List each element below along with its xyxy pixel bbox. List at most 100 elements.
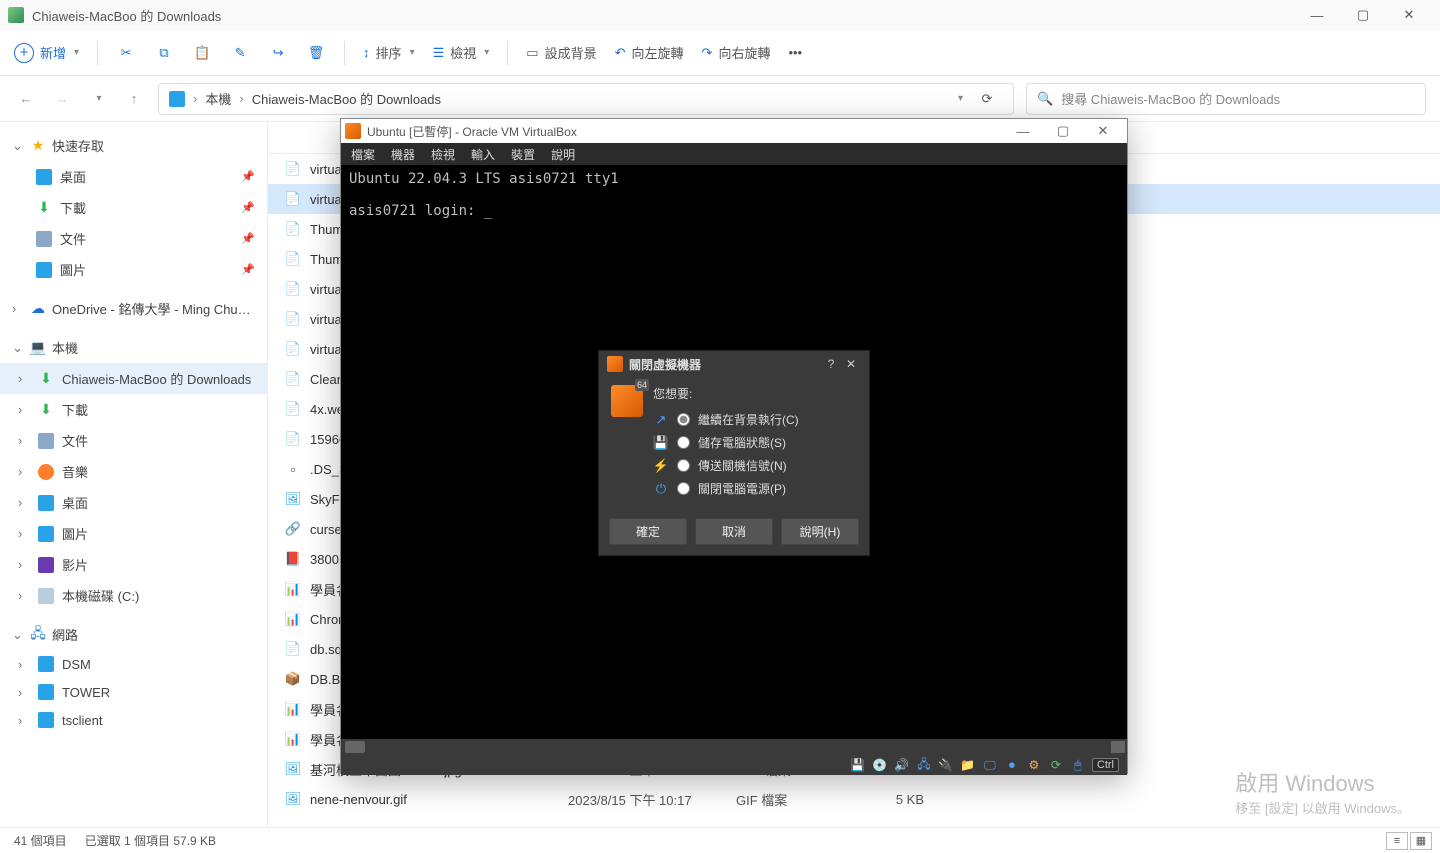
recording-icon[interactable]: ⏺ xyxy=(1004,757,1020,773)
back-button[interactable]: ← xyxy=(14,87,38,111)
cloud-icon: ☁ xyxy=(30,301,46,317)
pin-icon: 📌 xyxy=(241,170,255,183)
file-icon: 📄 xyxy=(284,400,302,418)
file-icon: 📄 xyxy=(284,190,302,208)
option-shutdown-signal[interactable]: ⚡傳送關機信號(N) xyxy=(653,454,857,477)
vbox-menu-machine[interactable]: 機器 xyxy=(391,146,415,163)
sidebar-item-downloads[interactable]: ⬇下載📌 xyxy=(0,192,267,223)
hdd-icon[interactable]: 💾 xyxy=(850,757,866,773)
thumbnails-view-button[interactable]: ▦ xyxy=(1410,832,1432,850)
pc-icon xyxy=(169,91,185,107)
help-button[interactable]: 說明(H) xyxy=(781,518,859,545)
sidebar-item-dsm[interactable]: ›DSM xyxy=(0,650,267,678)
file-icon: 📄 xyxy=(284,640,302,658)
vbox-maximize-button[interactable]: ▢ xyxy=(1043,119,1083,143)
save-icon: 💾 xyxy=(653,435,669,451)
jpg-icon: 🖼 xyxy=(284,760,302,778)
address-bar[interactable]: › 本機 › Chiaweis-MacBoo 的 Downloads ▾ ⟳ xyxy=(158,83,1014,115)
sidebar-item-pc-disk-c[interactable]: ›本機磁碟 (C:) xyxy=(0,580,267,611)
sidebar-item-pictures[interactable]: 圖片📌 xyxy=(0,254,267,285)
vbox-menu-file[interactable]: 檔案 xyxy=(351,146,375,163)
address-history-button[interactable]: ▾ xyxy=(958,93,963,104)
option-power-off[interactable]: ⏻關閉電腦電源(P) xyxy=(653,477,857,500)
vbox-menu-view[interactable]: 檢視 xyxy=(431,146,455,163)
sidebar-item-pc-desktop[interactable]: ›桌面 xyxy=(0,487,267,518)
vbox-status-bar: 💾 💿 🔊 🖧 🔌 📁 🖵 ⏺ ⚙ ⟳ 🖱 Ctrl xyxy=(341,755,1127,775)
display-icon[interactable]: 🖵 xyxy=(982,757,998,773)
pin-icon: 📌 xyxy=(241,232,255,245)
audio-icon[interactable]: 🔊 xyxy=(894,757,910,773)
set-background-button[interactable]: ▭設成背景 xyxy=(526,43,596,62)
file-name: nene-nenvour.gif xyxy=(310,792,560,807)
virtualbox-icon xyxy=(345,123,361,139)
dialog-close-button[interactable]: ✕ xyxy=(841,357,861,371)
sidebar-item-pc-pictures[interactable]: ›圖片 xyxy=(0,518,267,549)
xls-icon: 📊 xyxy=(284,700,302,718)
option-signal-radio[interactable] xyxy=(677,459,690,472)
refresh-button[interactable]: ⟳ xyxy=(971,91,1003,107)
view-button[interactable]: ☰檢視▾ xyxy=(433,43,490,62)
vbox-title: Ubuntu [已暫停] - Oracle VM VirtualBox xyxy=(367,123,1003,140)
dialog-help-button[interactable]: ? xyxy=(821,357,841,371)
option-detach[interactable]: ↗繼續在背景執行(C) xyxy=(653,408,857,431)
sort-button[interactable]: ↕排序▾ xyxy=(363,43,415,62)
sidebar-item-documents[interactable]: 文件📌 xyxy=(0,223,267,254)
new-button[interactable]: + 新增 ▾ xyxy=(14,43,79,63)
detach-icon: ↗ xyxy=(653,412,669,428)
file-size: 5 KB xyxy=(844,792,924,807)
forward-button[interactable]: → xyxy=(50,87,74,111)
sidebar-item-pc-documents[interactable]: ›文件 xyxy=(0,425,267,456)
vbox-scrollbar[interactable] xyxy=(341,739,1127,755)
state-icon[interactable]: ⟳ xyxy=(1048,757,1064,773)
rotate-right-button[interactable]: ↷向右旋轉 xyxy=(702,43,771,62)
mouse-integration-icon[interactable]: 🖱 xyxy=(1070,757,1086,773)
vbox-menu-help[interactable]: 說明 xyxy=(551,146,575,163)
sidebar-item-tower[interactable]: ›TOWER xyxy=(0,678,267,706)
search-box[interactable]: 🔍 搜尋 Chiaweis-MacBoo 的 Downloads xyxy=(1026,83,1426,115)
close-button[interactable]: ✕ xyxy=(1386,0,1432,30)
vbox-close-button[interactable]: ✕ xyxy=(1083,119,1123,143)
option-save-state[interactable]: 💾儲存電腦狀態(S) xyxy=(653,431,857,454)
ok-button[interactable]: 確定 xyxy=(609,518,687,545)
sidebar-item-pc-downloads[interactable]: ›⬇下載 xyxy=(0,394,267,425)
delete-icon[interactable]: 🗑 xyxy=(306,45,326,61)
optical-icon[interactable]: 💿 xyxy=(872,757,888,773)
option-save-radio[interactable] xyxy=(677,436,690,449)
up-button[interactable]: ↑ xyxy=(122,87,146,111)
crumb-1[interactable]: Chiaweis-MacBoo 的 Downloads xyxy=(252,89,441,108)
sidebar-item-chiaweis-downloads[interactable]: ›⬇Chiaweis-MacBoo 的 Downloads xyxy=(0,363,267,394)
host-key-indicator: Ctrl xyxy=(1092,758,1119,772)
network-header[interactable]: ⌄🖧網路 xyxy=(0,619,267,650)
shared-folder-icon[interactable]: 📁 xyxy=(960,757,976,773)
vbox-menu-devices[interactable]: 裝置 xyxy=(511,146,535,163)
cpu-icon[interactable]: ⚙ xyxy=(1026,757,1042,773)
sidebar-item-desktop[interactable]: 桌面📌 xyxy=(0,161,267,192)
sidebar-item-pc-videos[interactable]: ›影片 xyxy=(0,549,267,580)
vbox-minimize-button[interactable]: — xyxy=(1003,119,1043,143)
close-vm-dialog: 關閉虛擬機器 ? ✕ 您想要: ↗繼續在背景執行(C) 💾儲存電腦狀態(S) ⚡… xyxy=(598,350,870,556)
quick-access-header[interactable]: ⌄★快速存取 xyxy=(0,130,267,161)
cut-icon[interactable]: ✂ xyxy=(116,45,136,61)
copy-icon[interactable]: ⧉ xyxy=(154,45,174,61)
usb-icon[interactable]: 🔌 xyxy=(938,757,954,773)
minimize-button[interactable]: — xyxy=(1294,0,1340,30)
paste-icon[interactable]: 📋 xyxy=(192,45,212,61)
option-detach-radio[interactable] xyxy=(677,413,690,426)
thispc-header[interactable]: ⌄💻本機 xyxy=(0,332,267,363)
recent-button[interactable]: ▾ xyxy=(86,87,110,111)
option-power-radio[interactable] xyxy=(677,482,690,495)
vbox-menu-input[interactable]: 輸入 xyxy=(471,146,495,163)
status-bar: 41 個項目 已選取 1 個項目 57.9 KB ≡ ▦ xyxy=(0,827,1440,853)
rotate-left-button[interactable]: ↶向左旋轉 xyxy=(615,43,684,62)
cancel-button[interactable]: 取消 xyxy=(695,518,773,545)
rename-icon[interactable]: ✎ xyxy=(230,45,250,61)
sidebar-item-tsclient[interactable]: ›tsclient xyxy=(0,706,267,734)
details-view-button[interactable]: ≡ xyxy=(1386,832,1408,850)
onedrive-item[interactable]: ›☁OneDrive - 銘傳大學 - Ming Chuan Uni xyxy=(0,293,267,324)
network-indicator-icon[interactable]: 🖧 xyxy=(916,757,932,773)
sidebar-item-pc-music[interactable]: ›音樂 xyxy=(0,456,267,487)
crumb-0[interactable]: 本機 xyxy=(205,89,231,108)
share-icon[interactable]: ↪ xyxy=(268,45,288,61)
more-button[interactable]: ••• xyxy=(788,45,802,60)
maximize-button[interactable]: ▢ xyxy=(1340,0,1386,30)
